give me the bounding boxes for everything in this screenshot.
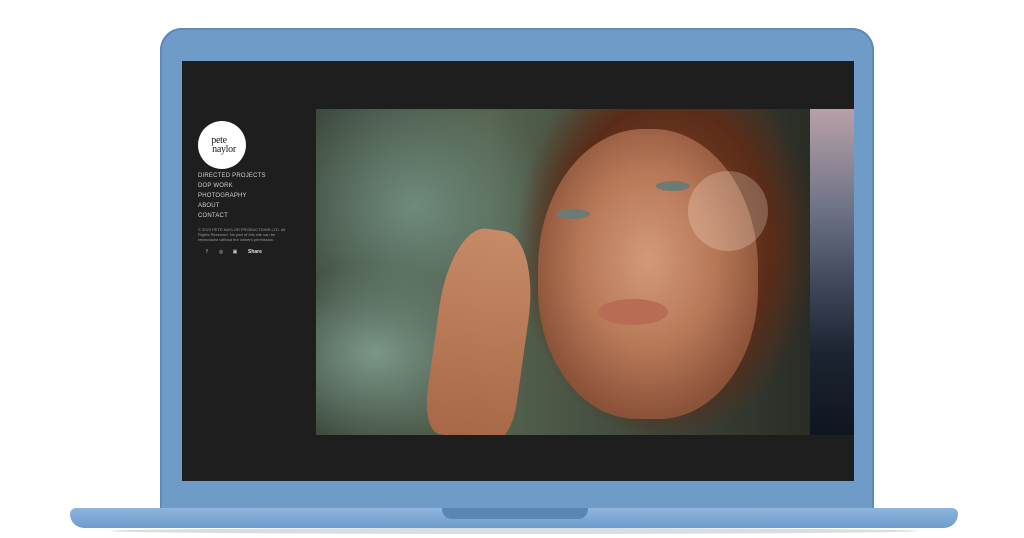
vimeo-icon[interactable]: ▣ <box>228 249 242 255</box>
lens-flare <box>688 171 768 251</box>
facebook-icon[interactable]: f <box>200 249 214 255</box>
portrait-eye-left <box>556 209 590 219</box>
nav-directed-projects[interactable]: DIRECTED PROJECTS <box>198 171 266 181</box>
social-links: f ◎ ▣ Share <box>200 249 262 255</box>
instagram-icon[interactable]: ◎ <box>214 249 228 255</box>
copyright-text: © 2023 PETE NAYLOR PRODUCTIONS LTD. All … <box>198 227 286 242</box>
logo-line-2: naylor <box>212 144 236 155</box>
laptop-shadow <box>110 528 918 534</box>
share-button[interactable]: Share <box>248 249 262 255</box>
pete-naylor-logo[interactable]: pete naylor <box>198 121 246 169</box>
nav-contact[interactable]: CONTACT <box>198 211 266 221</box>
portrait-eye-right <box>656 181 690 191</box>
nav-dop-work[interactable]: DOP WORK <box>198 181 266 191</box>
next-slide-preview[interactable] <box>810 109 854 435</box>
laptop-notch <box>442 508 588 519</box>
main-nav: DIRECTED PROJECTS DOP WORK PHOTOGRAPHY A… <box>198 171 266 221</box>
website-screen: pete naylor DIRECTED PROJECTS DOP WORK P… <box>182 61 854 481</box>
hero-portrait-image[interactable] <box>316 109 810 435</box>
nav-photography[interactable]: PHOTOGRAPHY <box>198 191 266 201</box>
nav-about[interactable]: ABOUT <box>198 201 266 211</box>
portrait-lips <box>598 299 668 325</box>
